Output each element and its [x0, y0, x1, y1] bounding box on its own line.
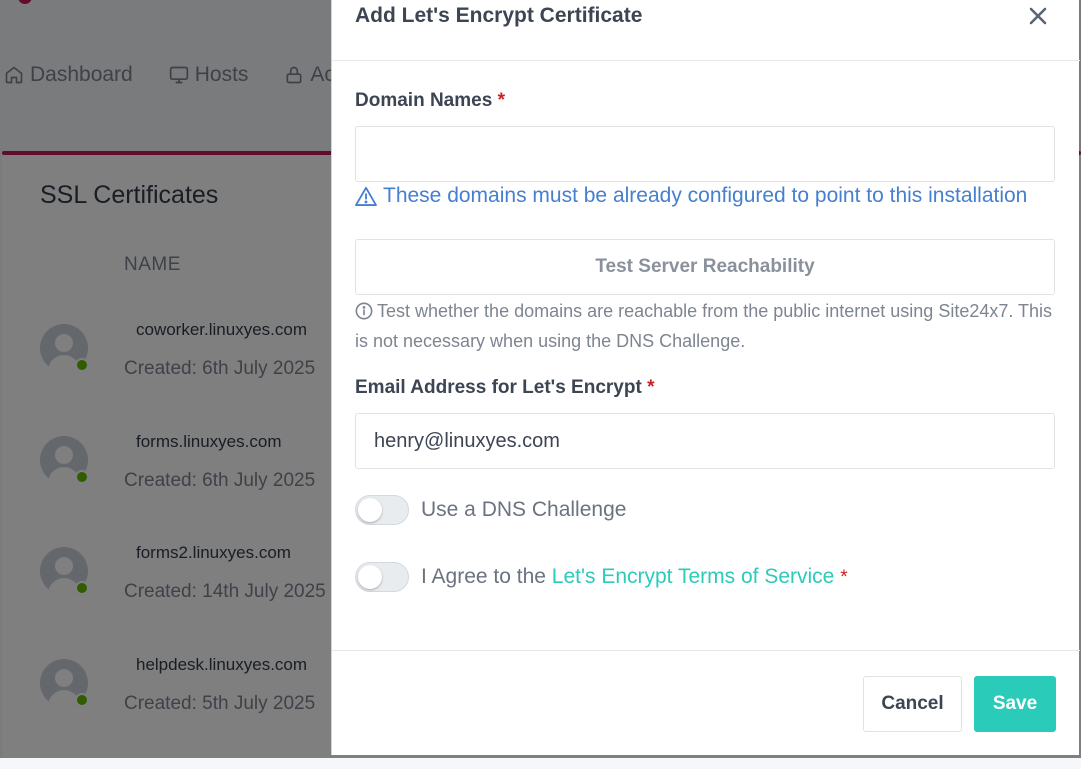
modal-header: Add Let's Encrypt Certificate — [332, 0, 1080, 61]
test-hint: Test whether the domains are reachable f… — [355, 296, 1055, 356]
dns-challenge-row: Use a DNS Challenge — [355, 495, 626, 525]
email-label: Email Address for Let's Encrypt * — [355, 377, 654, 399]
warning-triangle-icon — [355, 186, 377, 206]
tos-link[interactable]: Let's Encrypt Terms of Service — [552, 565, 835, 588]
dns-challenge-label: Use a DNS Challenge — [421, 498, 627, 521]
add-certificate-modal: Add Let's Encrypt Certificate Domain Nam… — [331, 0, 1080, 755]
test-hint-text: Test whether the domains are reachable f… — [355, 301, 1053, 351]
test-server-reachability-button[interactable]: Test Server Reachability — [355, 239, 1055, 295]
modal-footer: Cancel Save — [332, 650, 1080, 755]
domain-names-input[interactable] — [355, 126, 1055, 182]
save-button[interactable]: Save — [974, 676, 1056, 732]
domain-names-label: Domain Names * — [355, 90, 505, 112]
domain-names-label-text: Domain Names — [355, 90, 493, 111]
tos-agree-toggle[interactable] — [355, 562, 409, 592]
domain-warning: These domains must be already configured… — [355, 184, 1027, 208]
cancel-button[interactable]: Cancel — [863, 676, 962, 732]
required-mark: * — [647, 377, 655, 398]
dns-challenge-toggle[interactable] — [355, 495, 409, 525]
tos-agree-prefix: I Agree to the — [421, 565, 546, 588]
email-label-text: Email Address for Let's Encrypt — [355, 377, 642, 398]
close-button[interactable] — [1024, 2, 1052, 30]
modal-title: Add Let's Encrypt Certificate — [355, 4, 643, 27]
required-mark: * — [497, 90, 505, 111]
email-input[interactable] — [355, 413, 1055, 469]
tos-agree-label: I Agree to the Let's Encrypt Terms of Se… — [421, 565, 848, 589]
info-circle-icon — [355, 302, 373, 320]
required-mark: * — [840, 567, 848, 588]
tos-agree-row: I Agree to the Let's Encrypt Terms of Se… — [355, 562, 848, 592]
domain-warning-text: These domains must be already configured… — [383, 184, 1028, 207]
close-icon — [1029, 7, 1047, 25]
